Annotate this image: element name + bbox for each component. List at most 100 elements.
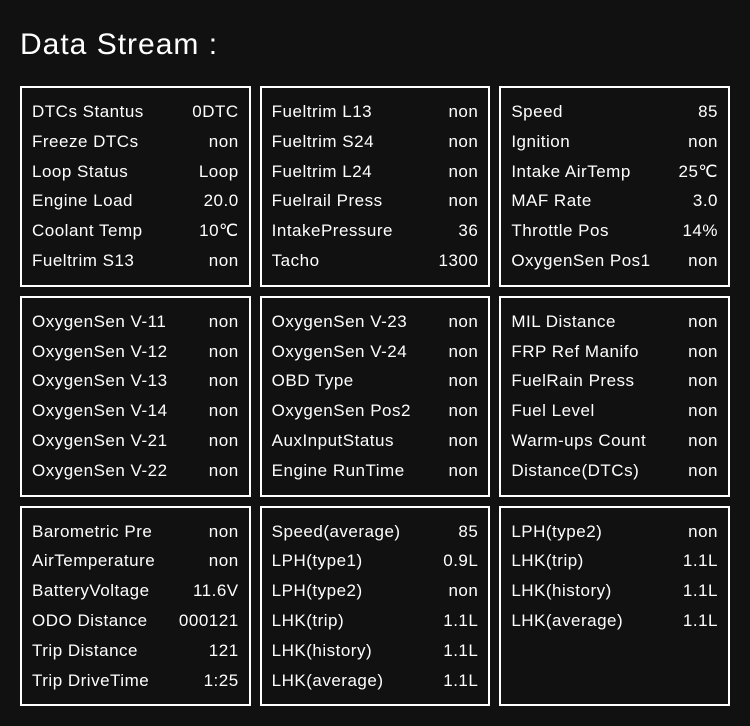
row-label: BatteryVoltage xyxy=(32,579,150,603)
data-row: Fueltrim L13non xyxy=(272,100,479,124)
data-row: LHK(average)1.1L xyxy=(511,609,718,633)
data-row: LHK(average)1.1L xyxy=(272,669,479,693)
data-panel: OxygenSen V-11nonOxygenSen V-12nonOxygen… xyxy=(20,296,251,497)
row-label: Barometric Pre xyxy=(32,520,152,544)
row-label: Trip DriveTime xyxy=(32,669,149,693)
row-label: ODO Distance xyxy=(32,609,148,633)
data-row: Distance(DTCs)non xyxy=(511,459,718,483)
row-label: Fueltrim S24 xyxy=(272,130,374,154)
row-value: non xyxy=(428,579,478,603)
row-label: Coolant Temp xyxy=(32,219,143,243)
data-row: AuxInputStatusnon xyxy=(272,429,479,453)
row-value: non xyxy=(189,130,239,154)
data-row: OxygenSen Pos2 non xyxy=(272,399,479,423)
row-value: 14% xyxy=(668,219,718,243)
data-panel: DTCs Stantus0DTCFreeze DTCsnonLoop Statu… xyxy=(20,86,251,287)
data-row: Fueltrim L24non xyxy=(272,160,479,184)
data-row: OxygenSen V-11non xyxy=(32,310,239,334)
data-row: DTCs Stantus 0DTC xyxy=(32,100,239,124)
row-value: non xyxy=(189,369,239,393)
row-value: 1:25 xyxy=(189,669,239,693)
data-row: ODO Distance 000121 xyxy=(32,609,239,633)
row-value: non xyxy=(668,310,718,334)
page-title: Data Stream : xyxy=(20,28,730,62)
data-row: LHK(history)1.1L xyxy=(272,639,479,663)
row-label: OxygenSen V-13 xyxy=(32,369,168,393)
data-row: OBD Typenon xyxy=(272,369,479,393)
row-label: Distance(DTCs) xyxy=(511,459,639,483)
data-panel: Speed(average)85LPH(type1)0.9LLPH(type2)… xyxy=(260,506,491,707)
row-label: Fueltrim L13 xyxy=(272,100,372,124)
row-label: FRP Ref Manifo xyxy=(511,340,639,364)
row-label: OxygenSen Pos2 xyxy=(272,399,411,423)
data-row: Warm-ups Count non xyxy=(511,429,718,453)
data-row: OxygenSen V-13 non xyxy=(32,369,239,393)
row-label: Ignition xyxy=(511,130,570,154)
row-label: AirTemperature xyxy=(32,549,155,573)
data-row: OxygenSen Pos1 non xyxy=(511,249,718,273)
row-label: DTCs Stantus xyxy=(32,100,144,124)
data-row: LHK(trip)1.1L xyxy=(272,609,479,633)
panel-grid: DTCs Stantus0DTCFreeze DTCsnonLoop Statu… xyxy=(20,86,730,706)
data-row: Fuel Levelnon xyxy=(511,399,718,423)
row-value: 1.1L xyxy=(428,609,478,633)
data-panel: Speed 85 Ignition non Intake AirTemp25℃ MAF R… xyxy=(499,86,730,287)
row-value: 85 xyxy=(668,100,718,124)
row-label: Loop Status xyxy=(32,160,128,184)
data-row: Engine RunTimenon xyxy=(272,459,479,483)
row-value: 1.1L xyxy=(668,579,718,603)
row-value: 1.1L xyxy=(668,609,718,633)
row-label: LHK(history) xyxy=(511,579,611,603)
row-value: non xyxy=(189,340,239,364)
row-label: AuxInputStatus xyxy=(272,429,394,453)
row-label: OxygenSen V-12 xyxy=(32,340,168,364)
row-value: 3.0 xyxy=(668,189,718,213)
row-value: non xyxy=(668,369,718,393)
row-value: non xyxy=(668,520,718,544)
data-row: Fueltrim S24 non xyxy=(272,130,479,154)
row-label: Warm-ups Count xyxy=(511,429,646,453)
row-label: Throttle Pos xyxy=(511,219,609,243)
row-label: LHK(average) xyxy=(272,669,384,693)
row-label: OxygenSen V-21 xyxy=(32,429,168,453)
row-label: MAF Rate xyxy=(511,189,592,213)
row-value: non xyxy=(668,249,718,273)
data-row: Fuelrail Pressnon xyxy=(272,189,479,213)
row-label: FuelRain Press xyxy=(511,369,634,393)
data-row: OxygenSen V-21non xyxy=(32,429,239,453)
row-value: non xyxy=(189,249,239,273)
row-label: OxygenSen Pos1 xyxy=(511,249,650,273)
row-value: non xyxy=(428,340,478,364)
data-row: Barometric Pre non xyxy=(32,520,239,544)
row-label: Speed(average) xyxy=(272,520,401,544)
row-label: Speed xyxy=(511,100,563,124)
row-value: non xyxy=(668,429,718,453)
row-label: OxygenSen V-22 xyxy=(32,459,168,483)
row-value: non xyxy=(189,549,239,573)
data-row: OxygenSen V-24non xyxy=(272,340,479,364)
data-row: Speed 85 xyxy=(511,100,718,124)
data-row: Intake AirTemp25℃ xyxy=(511,160,718,184)
row-value: non xyxy=(428,310,478,334)
row-label: OBD Type xyxy=(272,369,354,393)
data-row: FuelRain Press non xyxy=(511,369,718,393)
row-value: non xyxy=(428,399,478,423)
row-value: non xyxy=(428,130,478,154)
row-value: non xyxy=(189,310,239,334)
row-label: Fueltrim S13 xyxy=(32,249,134,273)
row-value: 000121 xyxy=(179,609,239,633)
row-value: 1.1L xyxy=(668,549,718,573)
row-value: 25℃ xyxy=(668,160,718,184)
row-value: 0.9L xyxy=(428,549,478,573)
row-label: Trip Distance xyxy=(32,639,138,663)
row-value: 1.1L xyxy=(428,639,478,663)
row-value: 0DTC xyxy=(189,100,239,124)
row-value: 20.0 xyxy=(189,189,239,213)
data-row: Speed(average) 85 xyxy=(272,520,479,544)
row-value: non xyxy=(668,340,718,364)
row-value: non xyxy=(189,520,239,544)
data-panel: OxygenSen V-23nonOxygenSen V-24nonOBD Ty… xyxy=(260,296,491,497)
data-row: FRP Ref Manifo non xyxy=(511,340,718,364)
row-value: 85 xyxy=(428,520,478,544)
row-label: OxygenSen V-14 xyxy=(32,399,168,423)
